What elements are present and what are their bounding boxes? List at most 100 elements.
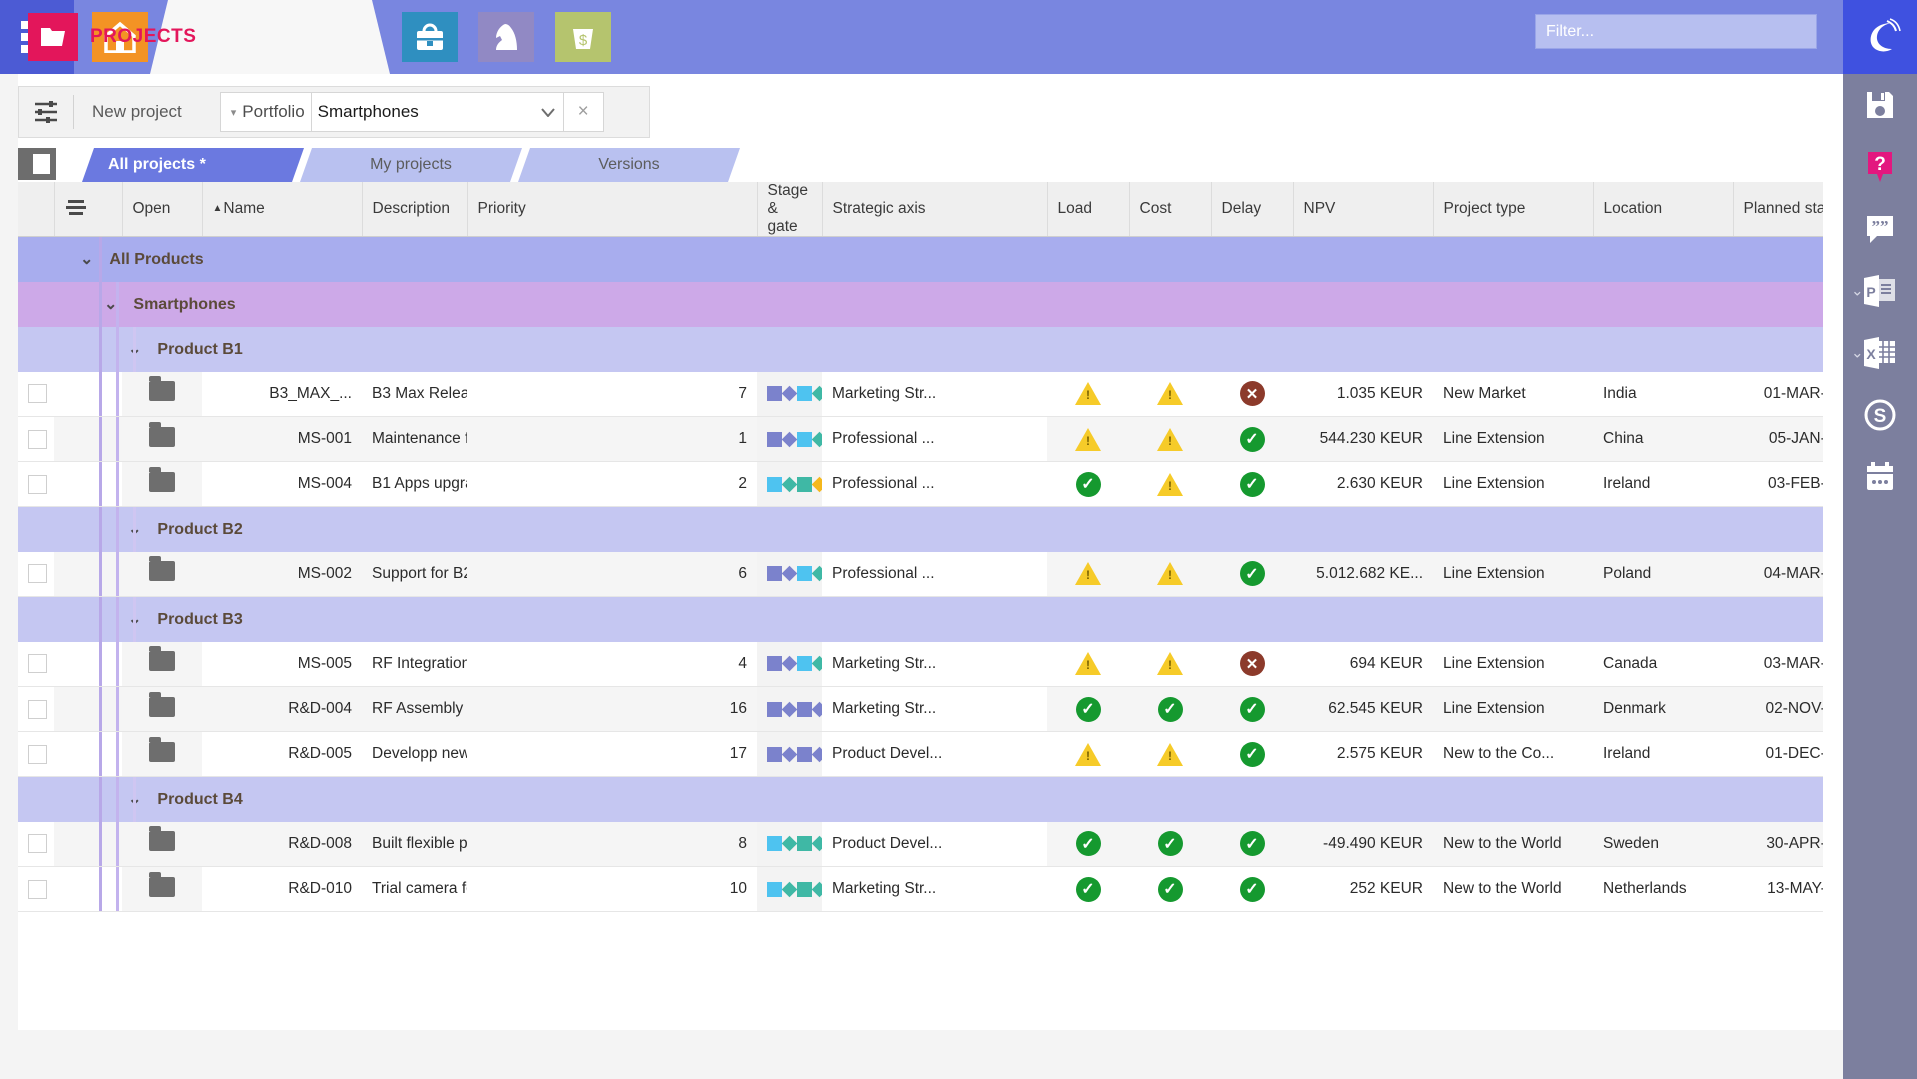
stage-square[interactable] xyxy=(797,747,812,762)
gate-diamond[interactable] xyxy=(812,386,822,402)
stage-square[interactable] xyxy=(767,836,782,851)
gate-diamond[interactable] xyxy=(812,476,822,492)
stage-square[interactable] xyxy=(797,836,812,851)
stage-square[interactable] xyxy=(797,882,812,897)
save-button[interactable] xyxy=(1843,74,1917,136)
gate-diamond[interactable] xyxy=(812,656,822,672)
row-checkbox-cell[interactable] xyxy=(18,642,54,687)
gate-diamond[interactable] xyxy=(782,836,798,852)
row-checkbox[interactable] xyxy=(28,384,47,403)
folder-icon[interactable] xyxy=(149,831,175,851)
row-checkbox-cell[interactable] xyxy=(18,687,54,732)
header-column-menu[interactable] xyxy=(54,182,122,237)
grid-settings-button[interactable] xyxy=(19,87,73,137)
new-project-button[interactable]: New project xyxy=(74,87,200,137)
header-stage-gate[interactable]: Stage & gate xyxy=(757,182,822,237)
group-row[interactable]: ⌄Product B1 xyxy=(18,327,1823,372)
view-tab-all-projects[interactable]: All projects * xyxy=(82,148,304,182)
stage-square[interactable] xyxy=(767,702,782,717)
stage-square[interactable] xyxy=(767,477,782,492)
row-checkbox[interactable] xyxy=(28,700,47,719)
header-strategic-axis[interactable]: Strategic axis xyxy=(822,182,1047,237)
export-powerpoint-button[interactable]: ⌄ P xyxy=(1843,260,1917,322)
folder-icon[interactable] xyxy=(149,472,175,492)
folder-icon[interactable] xyxy=(149,697,175,717)
stage-square[interactable] xyxy=(767,882,782,897)
nav-tile-strategy[interactable] xyxy=(478,12,534,62)
gate-diamond[interactable] xyxy=(782,431,798,447)
gate-diamond[interactable] xyxy=(782,701,798,717)
open-project-cell[interactable] xyxy=(122,822,202,867)
row-checkbox[interactable] xyxy=(28,834,47,853)
stage-square[interactable] xyxy=(767,566,782,581)
open-project-cell[interactable] xyxy=(122,372,202,417)
group-row[interactable]: ⌄Smartphones xyxy=(18,282,1823,327)
group-row[interactable]: ⌄Product B2 xyxy=(18,507,1823,552)
header-planned-start[interactable]: Planned start xyxy=(1733,182,1823,237)
nav-tile-budget[interactable]: $ xyxy=(555,12,611,62)
gate-diamond[interactable] xyxy=(812,431,822,447)
row-checkbox-cell[interactable] xyxy=(18,372,54,417)
gate-diamond[interactable] xyxy=(782,746,798,762)
open-project-cell[interactable] xyxy=(122,552,202,597)
group-label-cell[interactable]: ⌄All Products xyxy=(54,237,1823,282)
header-description[interactable]: Description xyxy=(362,182,467,237)
stage-square[interactable] xyxy=(767,747,782,762)
portfolio-clear-button[interactable]: × xyxy=(563,93,603,131)
row-checkbox[interactable] xyxy=(28,880,47,899)
header-select-all[interactable] xyxy=(18,182,54,237)
filter-input[interactable]: Filter... xyxy=(1535,14,1817,49)
row-checkbox[interactable] xyxy=(28,745,47,764)
chevron-down-icon[interactable]: ⌄ xyxy=(80,251,93,268)
stage-square[interactable] xyxy=(797,386,812,401)
open-project-cell[interactable] xyxy=(122,732,202,777)
stage-square[interactable] xyxy=(767,386,782,401)
header-delay[interactable]: Delay xyxy=(1211,182,1293,237)
group-label-cell[interactable]: ⌄Product B4 xyxy=(54,777,1823,822)
nav-tile-portfolio[interactable] xyxy=(402,12,458,62)
table-row[interactable]: MS-004B1 Apps upgrade2Professional ...✓✓… xyxy=(18,462,1823,507)
table-row[interactable]: MS-002Support for B2 phone ...6Professio… xyxy=(18,552,1823,597)
stage-square[interactable] xyxy=(797,477,812,492)
gate-diamond[interactable] xyxy=(782,476,798,492)
folder-icon[interactable] xyxy=(149,381,175,401)
header-name[interactable]: ▲Name xyxy=(202,182,362,237)
tab-projects-content[interactable]: PROJECTS xyxy=(0,0,240,74)
view-tab-versions[interactable]: Versions xyxy=(518,148,740,182)
stage-square[interactable] xyxy=(797,566,812,581)
moon-button[interactable] xyxy=(1843,0,1917,74)
gate-diamond[interactable] xyxy=(812,701,822,717)
header-open[interactable]: Open xyxy=(122,182,202,237)
row-checkbox-cell[interactable] xyxy=(18,462,54,507)
gate-diamond[interactable] xyxy=(782,386,798,402)
group-label-cell[interactable]: ⌄Smartphones xyxy=(54,282,1823,327)
open-project-cell[interactable] xyxy=(122,417,202,462)
row-checkbox-cell[interactable] xyxy=(18,867,54,912)
table-row[interactable]: R&D-005Developp new in-house...17Product… xyxy=(18,732,1823,777)
folder-icon[interactable] xyxy=(149,561,175,581)
open-project-cell[interactable] xyxy=(122,867,202,912)
table-row[interactable]: MS-001Maintenance for B1 OS...1Professio… xyxy=(18,417,1823,462)
stage-square[interactable] xyxy=(767,432,782,447)
group-row[interactable]: ⌄Product B4 xyxy=(18,777,1823,822)
calendar-button[interactable] xyxy=(1843,446,1917,508)
comment-button[interactable]: ”” xyxy=(1843,198,1917,260)
header-location[interactable]: Location xyxy=(1593,182,1733,237)
group-label-cell[interactable]: ⌄Product B3 xyxy=(54,597,1823,642)
gate-diamond[interactable] xyxy=(812,746,822,762)
folder-icon[interactable] xyxy=(149,651,175,671)
row-checkbox[interactable] xyxy=(28,654,47,673)
gate-diamond[interactable] xyxy=(812,836,822,852)
header-project-type[interactable]: Project type xyxy=(1433,182,1593,237)
row-checkbox-cell[interactable] xyxy=(18,552,54,597)
header-load[interactable]: Load xyxy=(1047,182,1129,237)
folder-icon[interactable] xyxy=(149,427,175,447)
export-excel-button[interactable]: ⌄ X xyxy=(1843,322,1917,384)
table-row[interactable]: B3_MAX_...B3 Max Release 17Marketing Str… xyxy=(18,372,1823,417)
stage-square[interactable] xyxy=(797,702,812,717)
panel-toggle-button[interactable] xyxy=(18,148,56,180)
header-priority[interactable]: Priority xyxy=(467,182,757,237)
open-project-cell[interactable] xyxy=(122,642,202,687)
open-project-cell[interactable] xyxy=(122,462,202,507)
open-project-cell[interactable] xyxy=(122,687,202,732)
